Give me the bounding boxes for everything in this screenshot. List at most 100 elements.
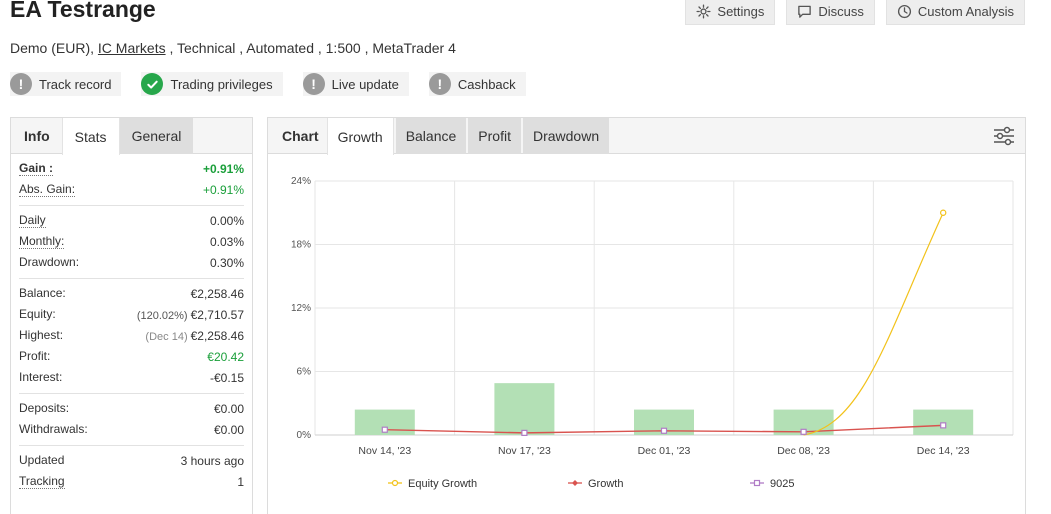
chart-tabs: Chart Growth Balance Profit Drawdown: [268, 118, 1025, 155]
stat-row-drawdown: Drawdown: 0.30%: [19, 252, 244, 273]
chart-panel: Chart Growth Balance Profit Drawdown 0% 6…: [267, 117, 1026, 514]
tracking-label[interactable]: Tracking: [19, 474, 65, 489]
badge-trading-privileges[interactable]: Trading privileges: [141, 72, 283, 96]
growth-point: [521, 429, 528, 436]
deposits-value: €0.00: [213, 401, 244, 416]
legend-marker: [391, 479, 399, 487]
updated-label: Updated: [19, 453, 65, 467]
badge-label: Live update: [331, 76, 399, 92]
x-tick-label: Nov 17, '23: [498, 445, 551, 457]
exclamation-icon: !: [302, 73, 325, 95]
interest-value: -€0.15: [209, 370, 244, 385]
stat-row-withdrawals: Withdrawals: €0.00: [19, 419, 244, 440]
tab-general[interactable]: General: [119, 118, 194, 154]
growth-chart: 0% 6% 12% 18% 24% Nov 14, '23 Nov 17, '23 Dec 0…: [291, 176, 1014, 490]
legend-marker: [753, 479, 761, 487]
top-actions: Settings Discuss Custom Analysis: [685, 0, 1025, 25]
stats-body: Gain : +0.91% Abs. Gain: +0.91% Daily 0.…: [11, 154, 252, 497]
tab-balance[interactable]: Balance: [395, 118, 467, 154]
verification-badges: ! Track record Trading privileges ! Live…: [10, 72, 526, 96]
stat-row-monthly: Monthly: 0.03%: [19, 231, 244, 252]
badge-label: Track record: [39, 76, 112, 92]
settings-label: Settings: [717, 3, 765, 19]
y-tick-label: 18%: [291, 240, 311, 251]
y-tick-label: 12%: [291, 303, 311, 314]
custom-analysis-button[interactable]: Custom Analysis: [885, 0, 1025, 25]
tab-growth[interactable]: Growth: [326, 118, 394, 155]
x-tick-label: Dec 08, '23: [777, 445, 830, 457]
update-group: Updated 3 hours ago Tracking 1: [19, 446, 244, 497]
stats-panel: Info Stats General Gain : +0.91% Abs. Ga…: [10, 117, 253, 514]
stat-row-equity: Equity: (120.02%) €2,710.57: [19, 304, 244, 325]
equity-note: (120.02%): [136, 309, 188, 322]
y-tick-label: 0%: [297, 430, 312, 441]
settings-button[interactable]: Settings: [685, 0, 776, 25]
discuss-button[interactable]: Discuss: [786, 0, 875, 25]
updated-value: 3 hours ago: [180, 453, 244, 468]
stat-row-profit: Profit: €20.42: [19, 346, 244, 367]
tab-drawdown[interactable]: Drawdown: [522, 118, 610, 154]
comment-icon: [798, 5, 812, 18]
y-tick-label: 6%: [297, 367, 312, 378]
y-tick-label: 24%: [291, 176, 311, 187]
stat-row-interest: Interest: -€0.15: [19, 367, 244, 388]
profit-label: Profit:: [19, 349, 51, 363]
badge-live-update[interactable]: ! Live update: [302, 72, 409, 96]
deposits-label: Deposits:: [19, 401, 70, 415]
balance-value: €2,258.46: [190, 286, 244, 301]
growth-point: [660, 427, 668, 434]
account-subtitle: Demo (EUR), IC Markets , Technical , Aut…: [10, 40, 456, 56]
tab-info[interactable]: Info: [11, 118, 62, 154]
abs-gain-value: +0.91%: [202, 182, 244, 197]
highest-value: €2,258.46: [190, 328, 244, 343]
drawdown-value: 0.30%: [209, 255, 244, 270]
equity-label: Equity:: [19, 307, 56, 321]
custom-analysis-label: Custom Analysis: [917, 3, 1014, 19]
rates-group: Daily 0.00% Monthly: 0.03% Drawdown: 0.3…: [19, 206, 244, 279]
chart-settings-icon[interactable]: [993, 126, 1015, 146]
monthly-value: 0.03%: [209, 234, 244, 249]
broker-link[interactable]: IC Markets: [98, 40, 166, 56]
balance-label: Balance:: [19, 286, 66, 300]
clock-icon: [897, 4, 911, 18]
deposits-group: Deposits: €0.00 Withdrawals: €0.00: [19, 394, 244, 446]
x-tick-label: Dec 01, '23: [638, 445, 691, 457]
badge-track-record[interactable]: ! Track record: [10, 72, 122, 96]
gain-value: +0.91%: [202, 161, 244, 176]
tab-chart[interactable]: Chart: [268, 118, 327, 154]
stat-row-abs-gain: Abs. Gain: +0.91%: [19, 179, 244, 200]
daily-label[interactable]: Daily: [19, 213, 46, 228]
x-tick-label: Nov 14, '23: [358, 445, 411, 457]
balance-group: Balance: €2,258.46 Equity: (120.02%) €2,7…: [19, 279, 244, 394]
badge-label: Trading privileges: [170, 76, 273, 92]
account-details: , Technical , Automated , 1:500 , MetaTr…: [165, 40, 456, 56]
daily-value: 0.00%: [209, 213, 244, 228]
gain-label[interactable]: Gain :: [19, 161, 54, 176]
badge-cashback[interactable]: ! Cashback: [428, 72, 526, 96]
equity-value-wrap: (120.02%) €2,710.57: [137, 308, 244, 322]
stat-row-deposits: Deposits: €0.00: [19, 398, 244, 419]
profit-value: €20.42: [207, 349, 244, 364]
badge-label: Cashback: [457, 76, 516, 92]
tab-profit[interactable]: Profit: [468, 118, 521, 154]
growth-point: [800, 428, 807, 435]
monthly-label[interactable]: Monthly:: [19, 234, 65, 249]
growth-point: [940, 422, 947, 429]
legend-marker: [572, 480, 578, 486]
account-type: Demo (EUR),: [10, 40, 98, 56]
tab-stats[interactable]: Stats: [61, 118, 120, 155]
legend-label: 9025: [770, 478, 794, 490]
abs-gain-label[interactable]: Abs. Gain:: [19, 182, 76, 197]
growth-point: [381, 426, 388, 433]
check-icon: [141, 73, 164, 95]
equity-value: €2,710.57: [190, 307, 244, 322]
highest-value-wrap: (Dec 14) €2,258.46: [145, 329, 244, 343]
withdrawals-label: Withdrawals:: [19, 422, 88, 436]
legend-label: Equity Growth: [408, 478, 477, 490]
discuss-label: Discuss: [818, 3, 864, 19]
drawdown-label: Drawdown:: [19, 255, 80, 269]
equity-growth-point: [940, 209, 947, 216]
gear-icon: [696, 3, 711, 19]
stat-row-daily: Daily 0.00%: [19, 210, 244, 231]
stats-tabs: Info Stats General: [11, 118, 252, 155]
